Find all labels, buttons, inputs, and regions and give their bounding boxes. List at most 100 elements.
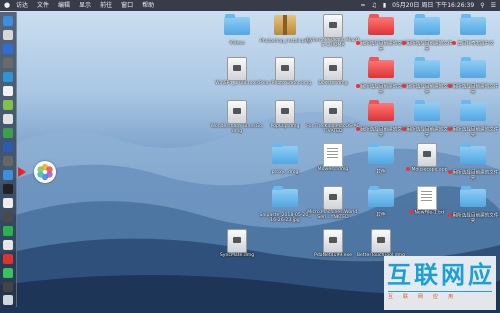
desktop-item[interactable]: PdaNet4199.exe (306, 229, 360, 258)
disk-image-icon (275, 100, 295, 124)
desktop-item[interactable]: For.The.King.MacOS-ACTIVATED (306, 100, 360, 135)
system-preferences-icon[interactable] (3, 58, 13, 68)
menu-window[interactable]: 窗口 (121, 0, 133, 11)
folder-icon (460, 186, 486, 207)
calendar-icon[interactable] (3, 86, 13, 96)
word-icon[interactable] (3, 142, 13, 152)
folder-icon (460, 57, 486, 78)
desktop-item[interactable]: Movies...dmg (306, 143, 360, 172)
red-folder-icon (368, 57, 394, 78)
desktop-item[interactable]: Docster.dmg (306, 57, 360, 86)
desktop-item[interactable]: Photoshop_install.pkg (258, 14, 312, 44)
status-area: ≈ ♫ ▮ 05月20日 周日 下午16:26:39 ⚲ ☰ (360, 0, 496, 11)
messages-icon[interactable] (3, 268, 13, 278)
folder-icon (368, 143, 394, 164)
red-tag-icon (355, 84, 360, 88)
red-tag-icon (447, 127, 452, 131)
menu-edit[interactable]: 编辑 (58, 0, 70, 11)
desktop-item[interactable]: Snipaste_2018-05-20_16-26-23.jpg (258, 186, 312, 224)
watermark-logo: 互 联 网 应 互 联 网 应 用 (384, 256, 496, 310)
red-tag-icon (409, 210, 414, 214)
netease-music-icon[interactable] (3, 254, 13, 264)
folder-icon (414, 57, 440, 78)
disk-image-icon (323, 57, 343, 81)
menu-view[interactable]: 显示 (79, 0, 91, 11)
menu-clock[interactable]: 05月20日 周日 下午16:26:39 (392, 0, 474, 11)
downloads-stack-icon[interactable] (3, 282, 13, 292)
notification-icon[interactable]: ☰ (491, 0, 496, 11)
red-tag-icon (355, 127, 360, 131)
menu-go[interactable]: 前往 (100, 0, 112, 11)
launchpad-icon[interactable] (3, 30, 13, 40)
red-arrow-pointer (18, 167, 26, 177)
red-tag-icon (401, 84, 406, 88)
maps-icon[interactable] (3, 226, 13, 236)
desktop-item[interactable]: 用所选择目前建的文件夹 (446, 186, 500, 224)
disk-image-icon (323, 14, 343, 38)
qq-icon[interactable] (3, 170, 13, 180)
folder-icon (368, 186, 394, 207)
document-icon (323, 143, 343, 167)
excel-icon[interactable] (3, 128, 13, 138)
folder-icon (272, 143, 298, 164)
photos-app-icon[interactable] (34, 161, 56, 183)
apple-menu-icon[interactable]: ● (4, 0, 10, 11)
red-folder-icon (368, 14, 394, 35)
text-file-icon (417, 186, 437, 210)
battery-icon[interactable]: ▮ (383, 0, 386, 11)
menu-help[interactable]: 帮助 (142, 0, 154, 11)
desktop-item[interactable]: 五月神奇发展中文 (446, 14, 500, 47)
dock (0, 12, 17, 307)
photos-dock-icon[interactable] (3, 198, 13, 208)
desktop-item[interactable]: 用所选择目前建的文件夹 (446, 143, 500, 181)
finder-icon[interactable] (3, 16, 13, 26)
disk-image-icon (227, 229, 247, 253)
desktop-item[interactable]: Wondershare TunesGo.dmg (210, 100, 264, 135)
volume-icon[interactable]: ♫ (371, 0, 376, 11)
wechat-icon[interactable] (3, 100, 13, 110)
desktop-item[interactable]: 用所选择目前建的文件夹 (446, 100, 500, 138)
desktop-item[interactable]: WinSP4_1708.tools (210, 57, 264, 86)
folder-icon (414, 100, 440, 121)
disk-image-icon (227, 100, 247, 124)
red-tag-icon (401, 127, 406, 131)
search-icon[interactable]: ⚲ (480, 0, 484, 11)
screenshot-icon[interactable] (3, 212, 13, 222)
desktop-item[interactable]: Micro.Machines.World.Seri...YNKTED (306, 186, 360, 221)
photos-flower-icon (37, 163, 53, 181)
desktop-item[interactable]: Cybertek-Racing MacOS-CHIOMA (306, 14, 360, 49)
watermark-subtitle: 互 联 网 应 用 (388, 294, 454, 300)
desktop-item[interactable]: Videos (210, 14, 264, 46)
desktop-item[interactable]: Polar Photo Editor.dmg (258, 57, 312, 86)
folder-icon (460, 143, 486, 164)
menu-bar: ● 访达 文件 编辑 显示 前往 窗口 帮助 ≈ ♫ ▮ 05月20日 周日 下… (0, 0, 500, 11)
package-icon (274, 15, 296, 35)
installer-icon (323, 229, 343, 253)
red-tag-icon (401, 41, 406, 45)
disk-image-icon (227, 57, 247, 81)
red-tag-icon (452, 41, 457, 45)
menu-bar-items: 访达 文件 编辑 显示 前往 窗口 帮助 (16, 0, 154, 11)
notes-icon[interactable] (3, 114, 13, 124)
desktop-item[interactable]: SyncMate.dmg (210, 229, 264, 258)
menu-file[interactable]: 文件 (37, 0, 49, 11)
wifi-icon[interactable]: ≈ (360, 0, 365, 11)
folder-icon (414, 14, 440, 35)
red-tag-icon (447, 170, 452, 174)
appstore-icon[interactable] (3, 72, 13, 82)
disk-image-icon (323, 186, 343, 210)
terminal-icon[interactable] (3, 184, 13, 194)
yandex-icon[interactable] (3, 240, 13, 250)
desktop-item[interactable]: PopClip.dmg (258, 100, 312, 129)
app-icon (417, 143, 437, 167)
menu-finder[interactable]: 访达 (16, 0, 28, 11)
desktop-item[interactable]: BetterTouchTool.dmg (354, 229, 408, 258)
desktop-item[interactable]: 用所选择目前建的文件夹 (446, 57, 500, 95)
disk-image-icon (323, 100, 343, 124)
desktop-item[interactable]: proxy...dmg (258, 143, 312, 175)
safari-icon[interactable] (3, 44, 13, 54)
watermark-title: 互 联 网 应 (387, 261, 492, 289)
watermark-divider (388, 291, 492, 292)
preview-icon[interactable] (3, 156, 13, 166)
trash-icon[interactable] (3, 295, 13, 305)
